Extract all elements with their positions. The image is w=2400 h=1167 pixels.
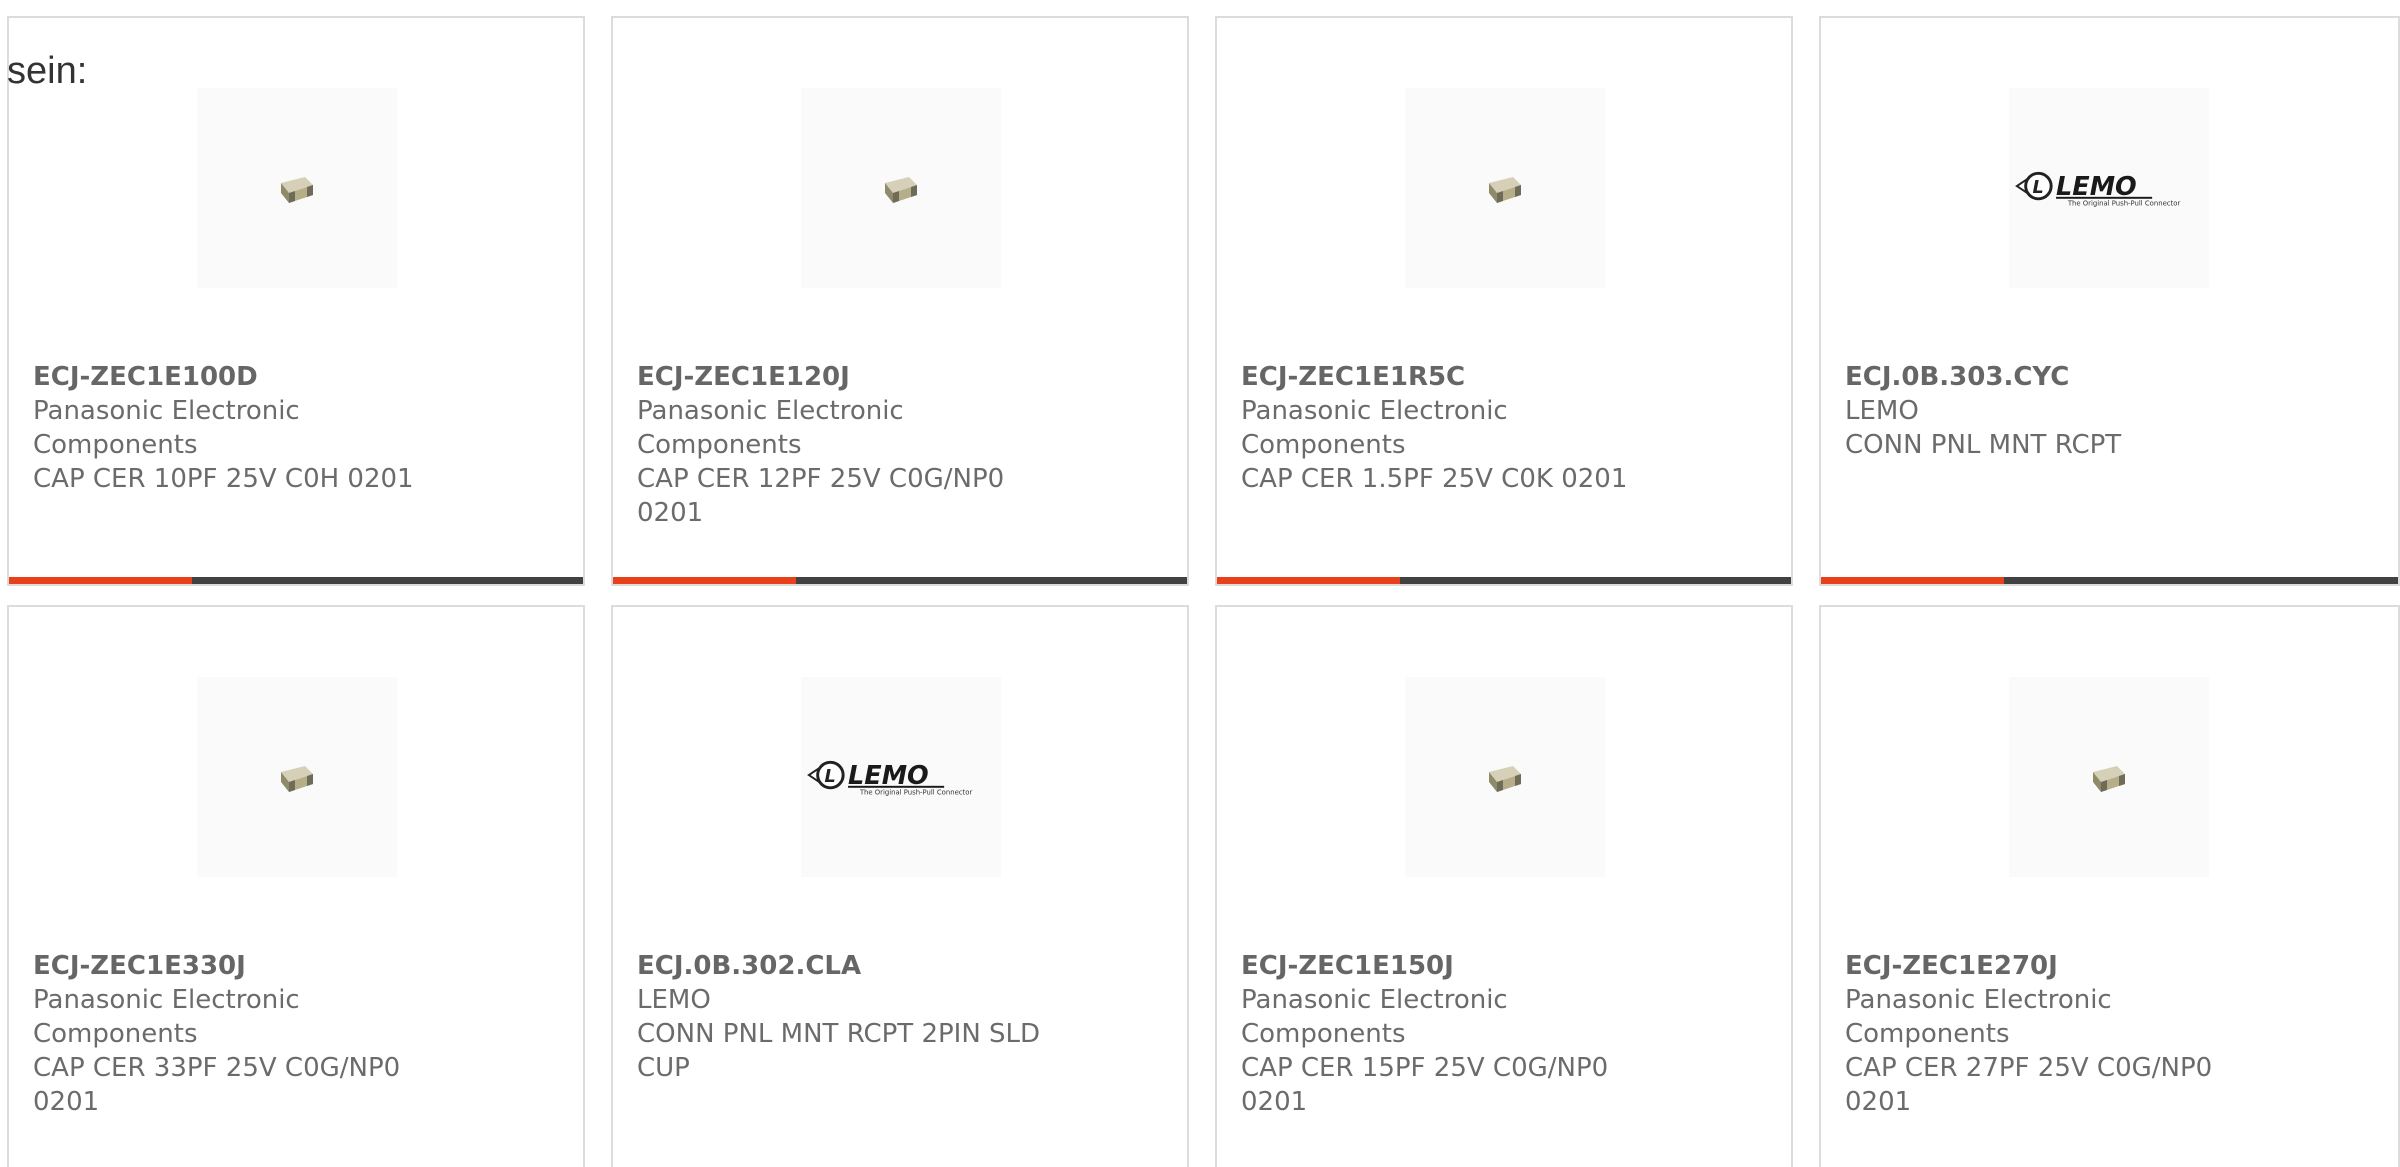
card-bottom-bar: [613, 577, 1187, 584]
card-bottom-bar: [1217, 577, 1791, 584]
description: CONN PNL MNT RCPT 2PIN SLD CUP: [637, 1019, 1041, 1083]
product-image[interactable]: L LEMO The Original Push-Pull Connector: [801, 677, 1001, 877]
product-card[interactable]: ECJ-ZEC1E330J Panasonic Electronic Compo…: [7, 605, 585, 1167]
product-card[interactable]: ECJ-ZEC1E150J Panasonic Electronic Compo…: [1215, 605, 1793, 1167]
part-number[interactable]: ECJ-ZEC1E1R5C: [1241, 362, 1465, 392]
capacitor-chip-icon: [281, 766, 313, 792]
svg-text:The Original Push-Pull Connect: The Original Push-Pull Connector: [859, 789, 973, 797]
product-info: ECJ-ZEC1E330J Panasonic Electronic Compo…: [33, 949, 463, 1119]
capacitor-chip-icon: [281, 177, 313, 203]
card-bar-accent: [1821, 577, 2004, 584]
product-image[interactable]: [1405, 88, 1605, 288]
product-card[interactable]: L LEMO The Original Push-Pull Connector …: [1819, 16, 2400, 586]
part-number[interactable]: ECJ.0B.302.CLA: [637, 951, 861, 981]
lemo-logo: L LEMO The Original Push-Pull Connector: [2015, 171, 2181, 208]
product-info: ECJ-ZEC1E150J Panasonic Electronic Compo…: [1241, 949, 1671, 1119]
part-number[interactable]: ECJ-ZEC1E270J: [1845, 951, 2058, 981]
svg-text:The Original Push-Pull Connect: The Original Push-Pull Connector: [2067, 200, 2181, 208]
product-info: ECJ.0B.303.CYC LEMO CONN PNL MNT RCPT: [1845, 360, 2275, 462]
product-image[interactable]: [1405, 677, 1605, 877]
part-number[interactable]: ECJ-ZEC1E150J: [1241, 951, 1454, 981]
product-info: ECJ-ZEC1E100D Panasonic Electronic Compo…: [33, 360, 463, 496]
product-card[interactable]: L LEMO The Original Push-Pull Connector …: [611, 605, 1189, 1167]
part-number[interactable]: ECJ-ZEC1E120J: [637, 362, 850, 392]
product-image[interactable]: [197, 88, 397, 288]
manufacturer: Panasonic Electronic Components: [33, 396, 300, 460]
product-image[interactable]: [197, 677, 397, 877]
capacitor-chip-icon: [1489, 766, 1521, 792]
part-number[interactable]: ECJ-ZEC1E100D: [33, 362, 258, 392]
capacitor-chip-icon: [885, 177, 917, 203]
card-bar-accent: [1217, 577, 1400, 584]
product-info: ECJ.0B.302.CLA LEMO CONN PNL MNT RCPT 2P…: [637, 949, 1067, 1085]
description: CONN PNL MNT RCPT: [1845, 430, 2122, 460]
product-image[interactable]: [801, 88, 1001, 288]
product-card[interactable]: ECJ-ZEC1E120J Panasonic Electronic Compo…: [611, 16, 1189, 586]
product-card[interactable]: ECJ-ZEC1E1R5C Panasonic Electronic Compo…: [1215, 16, 1793, 586]
product-info: ECJ-ZEC1E270J Panasonic Electronic Compo…: [1845, 949, 2275, 1119]
product-card[interactable]: ECJ-ZEC1E270J Panasonic Electronic Compo…: [1819, 605, 2400, 1167]
capacitor-chip-icon: [1489, 177, 1521, 203]
product-info: ECJ-ZEC1E120J Panasonic Electronic Compo…: [637, 360, 1067, 530]
description: CAP CER 15PF 25V C0G/NP0 0201: [1241, 1053, 1609, 1117]
card-bottom-bar: [1821, 577, 2398, 584]
manufacturer: Panasonic Electronic Components: [637, 396, 904, 460]
product-image[interactable]: [2009, 677, 2209, 877]
description: CAP CER 10PF 25V C0H 0201: [33, 464, 414, 494]
manufacturer: Panasonic Electronic Components: [1241, 985, 1508, 1049]
part-number[interactable]: ECJ.0B.303.CYC: [1845, 362, 2069, 392]
manufacturer: Panasonic Electronic Components: [1845, 985, 2112, 1049]
manufacturer: Panasonic Electronic Components: [1241, 396, 1508, 460]
card-bar-accent: [613, 577, 796, 584]
card-bar-accent: [9, 577, 192, 584]
manufacturer: LEMO: [637, 985, 711, 1015]
manufacturer: Panasonic Electronic Components: [33, 985, 300, 1049]
card-bottom-bar: [9, 577, 583, 584]
description: CAP CER 1.5PF 25V C0K 0201: [1241, 464, 1628, 494]
part-number[interactable]: ECJ-ZEC1E330J: [33, 951, 246, 981]
product-grid-page: sein: ECJ-ZEC1E100D Panasonic Electronic…: [0, 0, 2400, 1167]
intro-text: sein:: [7, 50, 88, 92]
description: CAP CER 33PF 25V C0G/NP0 0201: [33, 1053, 401, 1117]
description: CAP CER 27PF 25V C0G/NP0 0201: [1845, 1053, 2213, 1117]
product-card[interactable]: ECJ-ZEC1E100D Panasonic Electronic Compo…: [7, 16, 585, 586]
product-image[interactable]: L LEMO The Original Push-Pull Connector: [2009, 88, 2209, 288]
lemo-logo: L LEMO The Original Push-Pull Connector: [807, 760, 973, 797]
svg-text:L: L: [2033, 178, 2044, 198]
description: CAP CER 12PF 25V C0G/NP0 0201: [637, 464, 1005, 528]
manufacturer: LEMO: [1845, 396, 1919, 426]
svg-text:L: L: [825, 767, 836, 787]
capacitor-chip-icon: [2093, 766, 2125, 792]
product-info: ECJ-ZEC1E1R5C Panasonic Electronic Compo…: [1241, 360, 1671, 496]
